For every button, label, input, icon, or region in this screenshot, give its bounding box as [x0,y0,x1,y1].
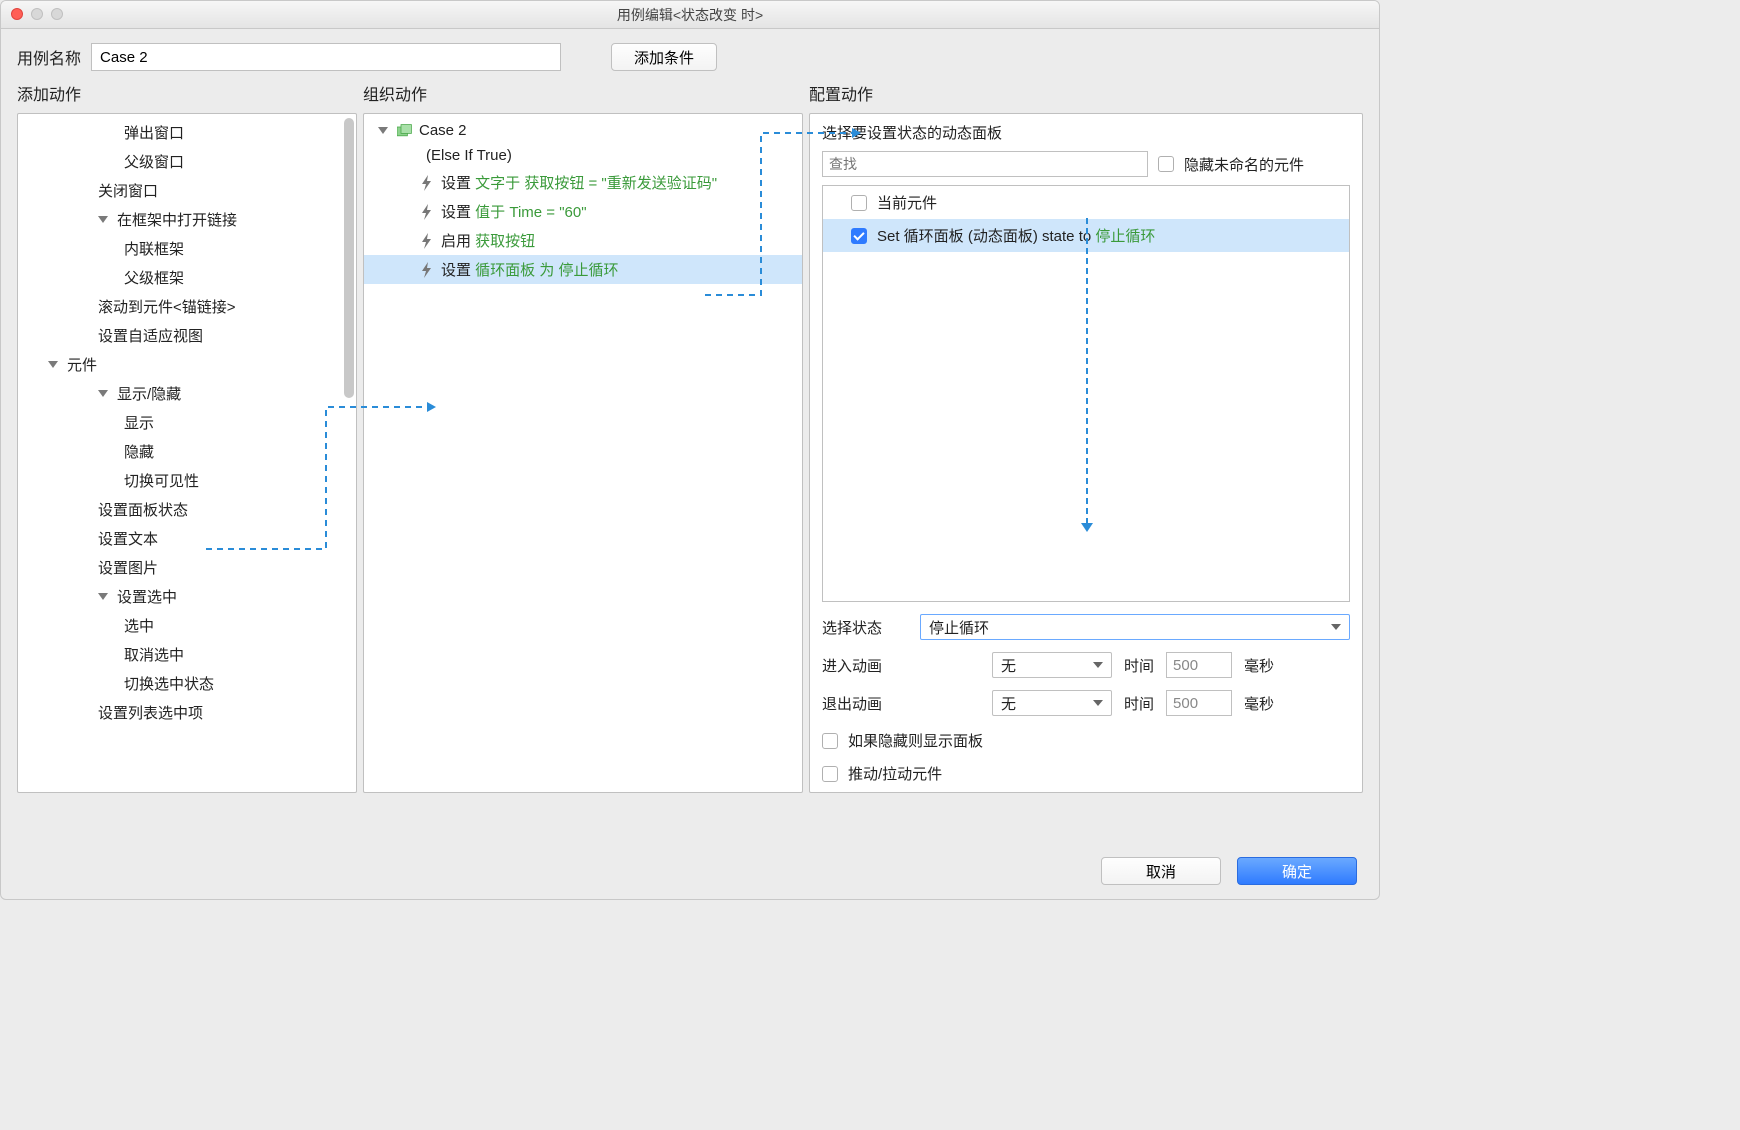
chevron-down-icon [1331,624,1341,630]
action-bolt-icon [419,204,435,220]
show-if-hidden-checkbox[interactable] [822,733,838,749]
ok-button[interactable]: 确定 [1237,857,1357,885]
tree-item-set-list-selection[interactable]: 设置列表选中项 [18,698,356,727]
cancel-button[interactable]: 取消 [1101,857,1221,885]
tree-item-parent-frame[interactable]: 父级框架 [18,263,356,292]
titlebar: 用例编辑<状态改变 时> [1,1,1379,29]
anim-out-dropdown[interactable]: 无 [992,690,1112,716]
tree-item-set-image[interactable]: 设置图片 [18,553,356,582]
case-name-input[interactable] [91,43,561,71]
add-condition-button[interactable]: 添加条件 [611,43,717,71]
tree-item-selected[interactable]: 选中 [18,611,356,640]
anim-in-dropdown[interactable]: 无 [992,652,1112,678]
chevron-down-icon [48,361,58,368]
tree-item-parent-window[interactable]: 父级窗口 [18,147,356,176]
add-action-heading: 添加动作 [17,81,357,105]
annotation-arrow-icon [1086,218,1088,524]
add-action-column: 添加动作 弹出窗口 父级窗口 关闭窗口 在框架中打开链接 内联框架 父级框架 滚… [17,81,357,793]
cfg-section-title: 选择要设置状态的动态面板 [822,122,1350,143]
anim-in-label: 进入动画 [822,655,908,676]
anim-out-label: 退出动画 [822,693,908,714]
configure-action-column: 配置动作 选择要设置状态的动态面板 隐藏未命名的元件 当前元件 [809,81,1363,793]
case-name-label: 用例名称 [17,45,81,69]
checkbox[interactable] [851,195,867,211]
hide-unnamed-label: 隐藏未命名的元件 [1184,154,1304,175]
tree-item-inline-frame[interactable]: 内联框架 [18,234,356,263]
tree-item-close-window[interactable]: 关闭窗口 [18,176,356,205]
push-pull-label: 推动/拉动元件 [848,763,942,784]
ms-unit: 毫秒 [1244,693,1274,714]
tree-item-toggle-selected[interactable]: 切换选中状态 [18,669,356,698]
chevron-down-icon [1093,700,1103,706]
time-label: 时间 [1124,655,1154,676]
select-state-label: 选择状态 [822,617,908,638]
window-title: 用例编辑<状态改变 时> [617,5,763,25]
tree-item-set-selected[interactable]: 设置选中 [18,582,356,611]
action-row[interactable]: 设置 文字于 获取按钮 = "重新发送验证码" [364,168,802,197]
tree-item-hide[interactable]: 隐藏 [18,437,356,466]
configure-action-panel: 选择要设置状态的动态面板 隐藏未命名的元件 当前元件 Set 循 [809,113,1363,793]
case-condition: (Else If True) [364,143,802,168]
header-row: 用例名称 添加条件 [1,29,1379,81]
action-row-selected[interactable]: 设置 循环面板 为 停止循环 [364,255,802,284]
action-row[interactable]: 设置 值于 Time = "60" [364,197,802,226]
tree-group-widgets[interactable]: 元件 [18,350,356,379]
tree-item-scroll-to-anchor[interactable]: 滚动到元件<锚链接> [18,292,356,321]
configure-action-heading: 配置动作 [809,81,1363,105]
anim-out-time-input [1166,690,1232,716]
chevron-down-icon [1093,662,1103,668]
action-bolt-icon [419,262,435,278]
action-tree: 弹出窗口 父级窗口 关闭窗口 在框架中打开链接 内联框架 父级框架 滚动到元件<… [18,114,356,731]
tree-item-unselected[interactable]: 取消选中 [18,640,356,669]
chevron-down-icon [98,390,108,397]
organize-action-heading: 组织动作 [363,81,803,105]
case-tree: Case 2 (Else If True) 设置 文字于 获取按钮 = "重新发… [364,114,802,288]
organize-action-column: 组织动作 Case 2 (Else If True) 设置 文字于 获取按钮 =… [363,81,803,793]
select-state-dropdown[interactable]: 停止循环 [920,614,1350,640]
tree-item-show[interactable]: 显示 [18,408,356,437]
push-pull-checkbox[interactable] [822,766,838,782]
case-title: Case 2 [419,122,467,139]
action-bolt-icon [419,175,435,191]
tree-item-set-text[interactable]: 设置文本 [18,524,356,553]
minimize-window-icon[interactable] [31,8,43,20]
widget-list[interactable]: 当前元件 Set 循环面板 (动态面板) state to 停止循环 [822,185,1350,602]
checkbox-checked[interactable] [851,228,867,244]
scrollbar[interactable] [344,118,354,398]
action-row[interactable]: 启用 获取按钮 [364,226,802,255]
chevron-down-icon [378,127,388,134]
ms-unit: 毫秒 [1244,655,1274,676]
tree-item-set-panel-state[interactable]: 设置面板状态 [18,495,356,524]
chevron-down-icon [98,216,108,223]
footer-buttons: 取消 确定 [1101,857,1357,885]
case-node[interactable]: Case 2 [364,118,802,143]
organize-action-panel: Case 2 (Else If True) 设置 文字于 获取按钮 = "重新发… [363,113,803,793]
case-editor-window: 用例编辑<状态改变 时> 用例名称 添加条件 添加动作 弹出窗口 父级窗口 关闭… [0,0,1380,900]
action-bolt-icon [419,233,435,249]
chevron-down-icon [98,593,108,600]
list-row-current-widget[interactable]: 当前元件 [823,186,1349,219]
show-if-hidden-label: 如果隐藏则显示面板 [848,730,983,751]
time-label: 时间 [1124,693,1154,714]
search-input[interactable] [822,151,1148,177]
dynamic-panel-icon [397,124,413,138]
zoom-window-icon[interactable] [51,8,63,20]
close-window-icon[interactable] [11,8,23,20]
anim-in-time-input [1166,652,1232,678]
hide-unnamed-checkbox[interactable] [1158,156,1174,172]
add-action-panel: 弹出窗口 父级窗口 关闭窗口 在框架中打开链接 内联框架 父级框架 滚动到元件<… [17,113,357,793]
tree-item-toggle-visibility[interactable]: 切换可见性 [18,466,356,495]
tree-item-set-adaptive-view[interactable]: 设置自适应视图 [18,321,356,350]
tree-item-popup-window[interactable]: 弹出窗口 [18,118,356,147]
traffic-lights [11,8,63,20]
tree-item-open-in-frame[interactable]: 在框架中打开链接 [18,205,356,234]
tree-item-show-hide[interactable]: 显示/隐藏 [18,379,356,408]
